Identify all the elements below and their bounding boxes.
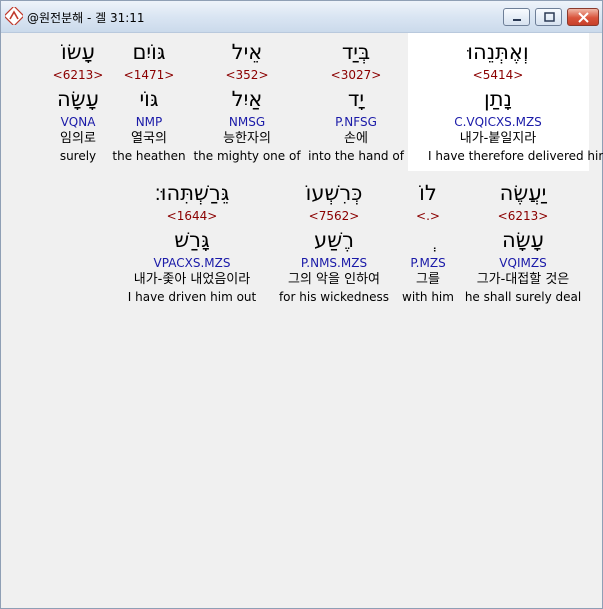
- app-icon: [3, 5, 25, 27]
- interlinear-panel: וְאֶתְּנֵהוּ <5414> נָתַן C.VQICXS.MZS 내…: [4, 33, 603, 605]
- korean-gloss: 그의 악을 인하여: [288, 272, 380, 287]
- strong-number[interactable]: <5414>: [428, 67, 568, 84]
- maximize-icon: [544, 12, 555, 22]
- app-window: @원전분해 - 겔 31:11 וְאֶתְּנֵהוּ <5414> נָתַ…: [0, 0, 603, 609]
- english-gloss: I have driven him out: [127, 290, 257, 304]
- minimize-icon: [513, 19, 521, 21]
- lemma: נָתַן: [484, 87, 512, 111]
- morphology-code: P.NMS.MZS: [300, 256, 368, 270]
- english-gloss: I have therefore delivered him: [428, 149, 603, 163]
- word-block[interactable]: גֵּרַשְׁתִּהוּ׃ <1644> גָּרַשׁ VPACXS.MZ…: [122, 178, 262, 305]
- hebrew-word: כְּרִשְׁעוֹ: [305, 181, 363, 205]
- hebrew-word: עָשׂוֹ: [61, 40, 95, 64]
- word-block[interactable]: וְאֶתְּנֵהוּ <5414> נָתַן C.VQICXS.MZS 내…: [428, 37, 603, 164]
- word-block[interactable]: עָשׂוֹ <6213> עָשָׂה VQNA 임의로 surely: [8, 37, 148, 164]
- lemma: עָשָׂה: [57, 87, 99, 111]
- strong-number[interactable]: <6213>: [8, 67, 148, 84]
- english-gloss: for his wickedness: [278, 290, 390, 304]
- close-icon: [578, 12, 589, 23]
- morphology-code: VQNA: [60, 115, 96, 129]
- title-bar[interactable]: @원전분해 - 겔 31:11: [1, 1, 602, 33]
- morphology-code: VPACXS.MZS: [153, 256, 231, 270]
- close-button[interactable]: [567, 8, 599, 26]
- hebrew-word: גֵּרַשְׁתִּהוּ׃: [154, 181, 230, 205]
- morphology-code: C.VQICXS.MZS: [454, 115, 542, 129]
- lemma: רֶשַׁע: [314, 228, 354, 252]
- lemma: גָּרַשׁ: [174, 228, 210, 252]
- korean-gloss: 내가-붙일지라: [459, 131, 537, 146]
- strong-number[interactable]: <7562>: [264, 208, 404, 225]
- strong-number[interactable]: <1644>: [122, 208, 262, 225]
- maximize-button[interactable]: [535, 8, 562, 26]
- korean-gloss: 임의로: [60, 131, 96, 146]
- korean-gloss: 내가-좇아 내었음이라: [133, 272, 251, 287]
- english-gloss: surely: [59, 149, 97, 163]
- minimize-button[interactable]: [503, 8, 530, 26]
- hebrew-word: וְאֶתְּנֵהוּ: [467, 40, 529, 64]
- word-block[interactable]: כְּרִשְׁעוֹ <7562> רֶשַׁע P.NMS.MZS 그의 악…: [264, 178, 404, 305]
- window-title: @원전분해 - 겔 31:11: [27, 11, 145, 25]
